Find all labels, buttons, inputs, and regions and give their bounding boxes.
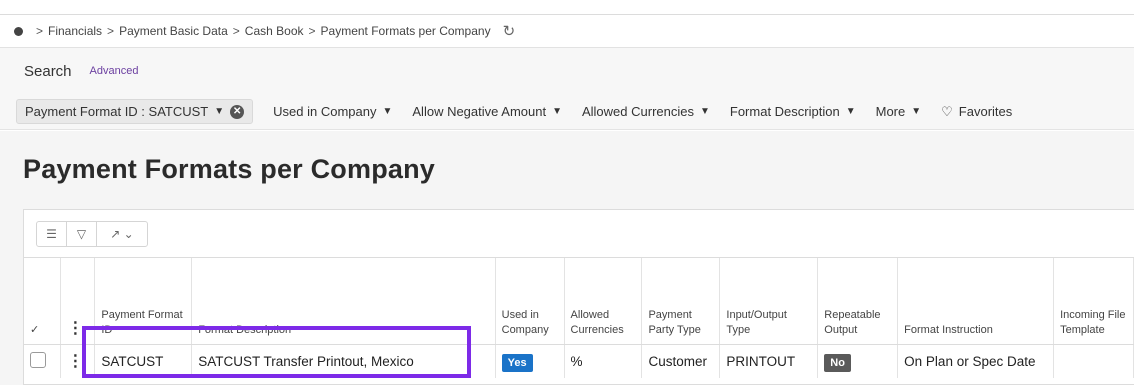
caret-down-icon: ▼ [845, 106, 856, 117]
column-header-allowed-currencies[interactable]: Allowed Currencies [564, 258, 643, 345]
grid-toolbar: ☰ ▽ ↗ ⌄ [24, 210, 1134, 258]
page-title: Payment Formats per Company [23, 154, 436, 184]
column-header-repeatable-output[interactable]: Repeatable Output [817, 258, 899, 345]
data-grid: ☰ ▽ ↗ ⌄ ✓ ⋮ Payment Format ID Format Des… [23, 209, 1134, 385]
column-header-payment-party-type[interactable]: Payment Party Type [641, 258, 721, 345]
column-header-format-description[interactable]: Format Description [191, 258, 496, 345]
grid-toolbar-group: ☰ ▽ ↗ ⌄ [36, 220, 148, 247]
cell-allowed-currencies[interactable]: % [564, 344, 643, 378]
breadcrumb-item-current: Payment Formats per Company [320, 24, 491, 38]
kebab-icon: ⋮ [67, 319, 84, 337]
remove-filter-icon[interactable]: ✕ [230, 104, 245, 119]
filter-allow-negative-amount[interactable]: Allow Negative Amount ▼ [412, 104, 562, 119]
advanced-search-link[interactable]: Advanced [90, 65, 139, 77]
yes-badge: Yes [501, 353, 533, 372]
cell-used-in-company[interactable]: Yes [495, 344, 565, 378]
breadcrumb-separator: > [36, 24, 44, 38]
breadcrumb-item-cash-book[interactable]: Cash Book [245, 24, 304, 38]
search-row: Search Advanced [0, 48, 1134, 94]
breadcrumb-item-payment-basic-data[interactable]: Payment Basic Data [119, 24, 228, 38]
no-badge: No [824, 353, 851, 372]
table-row[interactable]: ⋮ SATCUST SATCUST Transfer Printout, Mex… [24, 344, 1134, 378]
cell-payment-format-id[interactable]: SATCUST [94, 344, 193, 378]
filter-more[interactable]: More ▼ [876, 104, 922, 119]
grid-table: ✓ ⋮ Payment Format ID Format Description… [24, 258, 1134, 378]
refresh-icon[interactable]: ↻ [503, 22, 516, 40]
filter-label: Allowed Currencies [581, 104, 694, 119]
caret-down-icon: ▼ [911, 106, 922, 117]
select-all-header[interactable]: ✓ [24, 258, 62, 345]
breadcrumb-separator: > [232, 24, 240, 38]
breadcrumb-item-financials[interactable]: Financials [48, 24, 102, 38]
filter-label: Used in Company [273, 104, 377, 119]
cell-format-description[interactable]: SATCUST Transfer Printout, Mexico [191, 344, 496, 378]
caret-down-icon: ▼ [214, 106, 225, 117]
filter-chip-payment-format-id[interactable]: Payment Format ID : SATCUST ▼ ✕ [16, 99, 254, 124]
column-header-used-in-company[interactable]: Used in Company [495, 258, 565, 345]
column-header-payment-format-id[interactable]: Payment Format ID [94, 258, 193, 345]
filter-chip-label: Payment Format ID : SATCUST [25, 104, 209, 119]
grid-header-row: ✓ ⋮ Payment Format ID Format Description… [24, 258, 1134, 345]
filter-bar: Payment Format ID : SATCUST ▼ ✕ Used in … [0, 94, 1134, 130]
filter-format-description[interactable]: Format Description ▼ [730, 104, 856, 119]
cell-format-instruction[interactable]: On Plan or Spec Date [897, 344, 1055, 378]
filter-used-in-company[interactable]: Used in Company ▼ [273, 104, 392, 119]
column-header-format-instruction[interactable]: Format Instruction [897, 258, 1055, 345]
breadcrumb-bar: > Financials > Payment Basic Data > Cash… [0, 14, 1134, 48]
row-checkbox[interactable] [30, 351, 46, 368]
column-header-incoming-file-template[interactable]: Incoming File Template [1053, 258, 1134, 345]
caret-down-icon: ▼ [382, 106, 393, 117]
column-header-input-output-type[interactable]: Input/Output Type [719, 258, 819, 345]
list-view-icon[interactable]: ☰ [37, 221, 67, 246]
home-dot-icon[interactable] [14, 26, 23, 36]
row-menu-header[interactable]: ⋮ [60, 258, 96, 345]
filter-allowed-currencies[interactable]: Allowed Currencies ▼ [582, 104, 710, 119]
filter-funnel-icon[interactable]: ▽ [67, 221, 97, 246]
caret-down-icon: ▼ [699, 106, 710, 117]
row-select-cell[interactable] [24, 344, 62, 378]
breadcrumb-separator: > [107, 24, 115, 38]
cell-input-output-type[interactable]: PRINTOUT [719, 344, 819, 378]
search-label[interactable]: Search [24, 63, 72, 80]
favorites-label: Favorites [958, 104, 1013, 119]
cell-incoming-file-template[interactable] [1053, 344, 1134, 378]
cell-repeatable-output[interactable]: No [817, 344, 899, 378]
heart-icon: ♡ [941, 103, 953, 119]
caret-down-icon: ▼ [552, 106, 562, 117]
filter-label: Allow Negative Amount [412, 104, 547, 119]
row-menu-cell[interactable]: ⋮ [60, 344, 96, 378]
filter-label: Format Description [729, 104, 840, 119]
filter-label: More [875, 104, 906, 119]
cell-payment-party-type[interactable]: Customer [641, 344, 721, 378]
kebab-icon[interactable]: ⋮ [67, 353, 83, 370]
export-dropdown-icon[interactable]: ↗ ⌄ [97, 222, 147, 246]
breadcrumb-separator: > [308, 24, 316, 38]
favorites-button[interactable]: ♡ Favorites [941, 104, 1012, 120]
